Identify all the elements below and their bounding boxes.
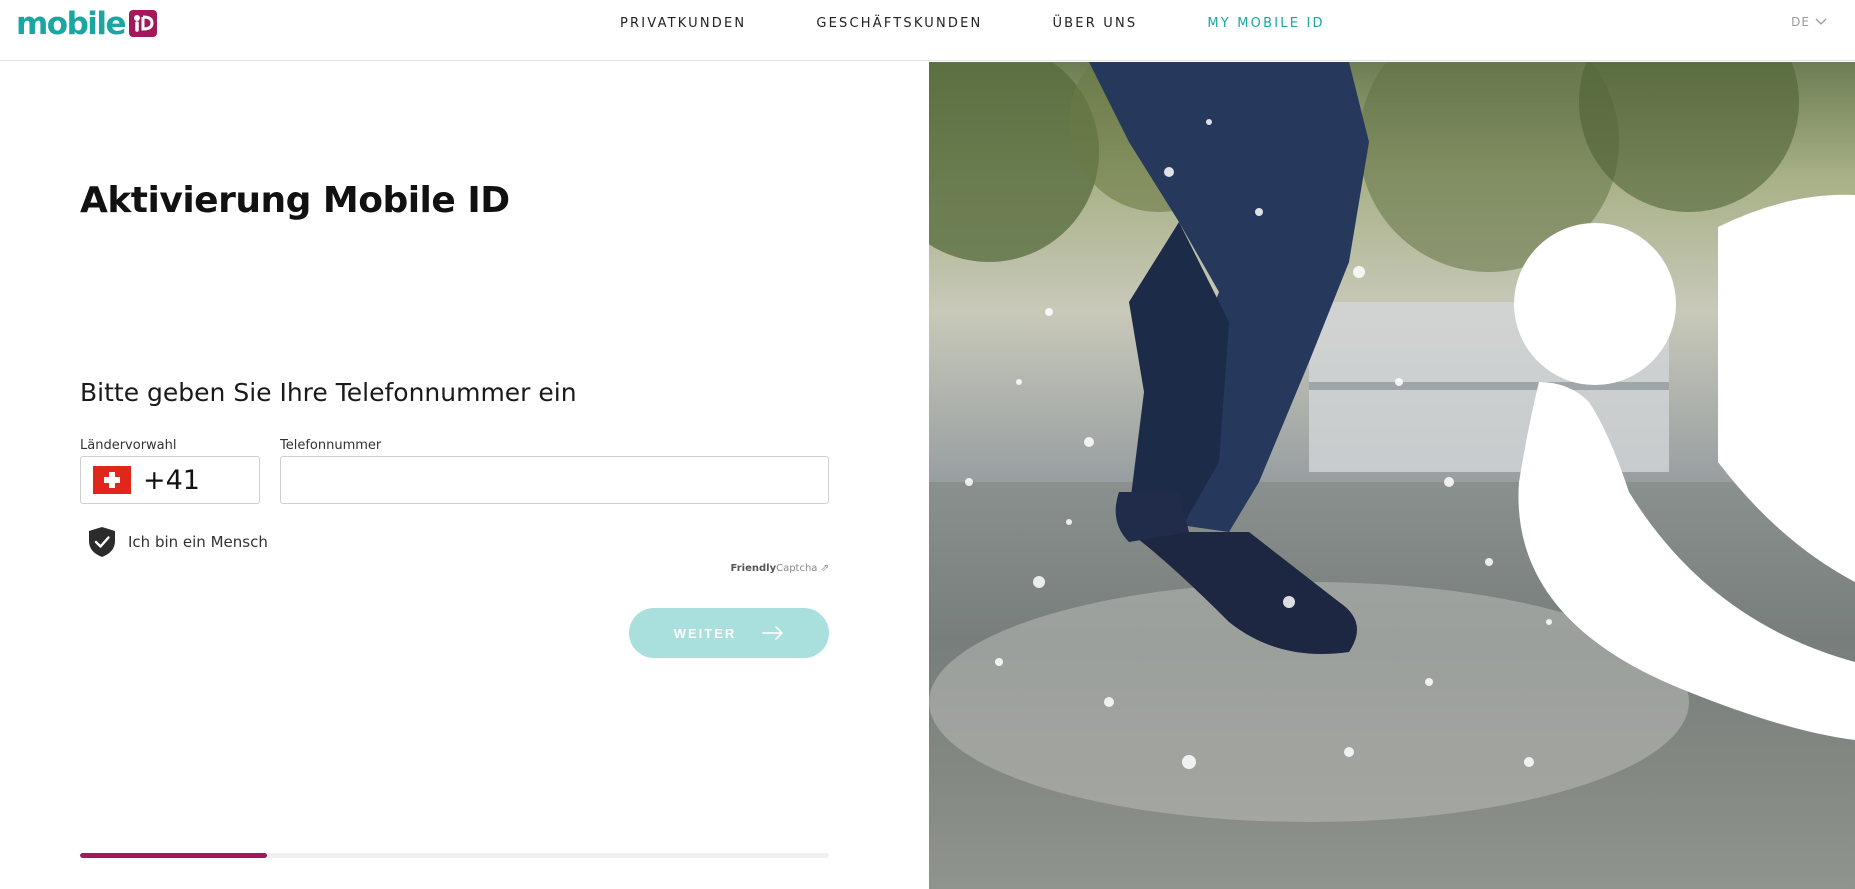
nav-item-ueber-uns[interactable]: ÜBER UNS (1052, 15, 1137, 33)
mobile-id-logo[interactable]: mobile (16, 6, 158, 42)
progress-bar (80, 853, 829, 858)
arrow-right-icon (762, 626, 784, 640)
weiter-button[interactable]: WEITER (629, 608, 829, 658)
country-code-value: +41 (143, 464, 200, 496)
chevron-down-icon (1815, 18, 1827, 25)
nav-item-privatkunden[interactable]: PRIVATKUNDEN (620, 15, 746, 33)
captcha-widget[interactable]: Ich bin ein Mensch (88, 526, 268, 558)
nav-item-my-mobile-id[interactable]: MY MOBILE ID (1207, 15, 1324, 33)
country-code-label: Ländervorwahl (80, 438, 177, 453)
progress-bar-fill (80, 853, 268, 858)
captcha-brand-bold: Friendly (730, 563, 777, 574)
id-badge-icon (129, 9, 158, 37)
main-nav: PRIVATKUNDEN GESCHÄFTSKUNDEN ÜBER UNS MY… (620, 15, 1395, 33)
language-current: DE (1791, 15, 1810, 29)
hero-image (929, 62, 1855, 889)
weiter-button-label: WEITER (673, 625, 737, 641)
logo-text: mobile (16, 6, 127, 42)
hero-illustration (929, 62, 1855, 889)
captcha-brand-light: Captcha ⇗ (776, 563, 829, 574)
language-selector[interactable]: DE (1791, 15, 1827, 29)
shield-check-icon (89, 527, 115, 557)
swiss-flag-icon (93, 466, 131, 494)
captcha-label: Ich bin ein Mensch (128, 533, 268, 551)
top-header: mobile PRIVATKUNDEN GESCHÄFTSKUNDEN ÜBER… (0, 0, 1855, 61)
page-title: Aktivierung Mobile ID (80, 180, 510, 221)
phone-number-label: Telefonnummer (280, 438, 382, 453)
page-subtitle: Bitte geben Sie Ihre Telefonnummer ein (80, 378, 577, 407)
activation-form-area: Aktivierung Mobile ID Bitte geben Sie Ih… (0, 62, 929, 889)
nav-item-geschaeftskunden[interactable]: GESCHÄFTSKUNDEN (816, 15, 982, 33)
phone-number-input[interactable] (280, 456, 829, 504)
friendly-captcha-link[interactable]: FriendlyCaptcha ⇗ (731, 563, 829, 574)
country-code-select[interactable]: +41 (80, 456, 260, 504)
